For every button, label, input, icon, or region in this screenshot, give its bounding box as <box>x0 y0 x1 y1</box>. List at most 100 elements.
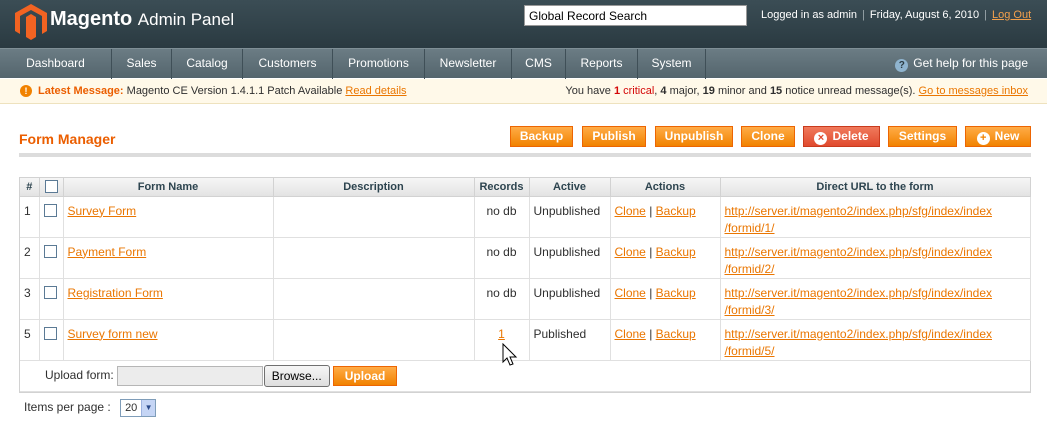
logged-in-text: Logged in as admin <box>761 9 858 21</box>
backup-link[interactable]: Backup <box>656 204 696 218</box>
col-header-actions[interactable]: Actions <box>610 178 721 197</box>
delete-icon: × <box>814 132 828 145</box>
row-id: 5 <box>20 319 40 361</box>
col-header-url[interactable]: Direct URL to the form <box>720 178 1031 197</box>
chevron-down-icon: ▼ <box>141 400 156 416</box>
direct-url-link[interactable]: http://server.it/magento2/index.php/sfg/… <box>725 245 993 276</box>
nav-system[interactable]: System <box>638 49 706 79</box>
action-separator: | <box>649 244 653 259</box>
critical-count: 1 <box>613 85 621 97</box>
clone-link[interactable]: Clone <box>615 245 646 259</box>
help-text: Get help for this page <box>913 56 1028 70</box>
latest-message-label: Latest Message: <box>38 85 124 97</box>
url-line-2: /formid/1/ <box>724 220 775 235</box>
clone-link[interactable]: Clone <box>615 286 646 300</box>
new-label: New <box>994 129 1020 143</box>
form-name-link[interactable]: Registration Form <box>68 286 163 300</box>
global-search-input[interactable] <box>524 5 747 26</box>
row-checkbox[interactable] <box>43 285 57 299</box>
publish-button[interactable]: Publish <box>582 126 646 147</box>
read-details-link[interactable]: Read details <box>345 85 406 97</box>
settings-button[interactable]: Settings <box>888 126 957 147</box>
upload-row: Upload form: Browse... Upload <box>20 360 1030 392</box>
unpublish-button[interactable]: Unpublish <box>655 126 733 147</box>
row-url: http://server.it/magento2/index.php/sfg/… <box>720 196 1031 238</box>
latest-message: Latest Message: Magento CE Version 1.4.1… <box>38 79 407 103</box>
nav-promotions[interactable]: Promotions <box>333 49 425 79</box>
delete-button[interactable]: × Delete <box>803 126 880 147</box>
table-row: 2 Payment Form no db Unpublished Clone |… <box>20 237 1031 279</box>
row-active: Unpublished <box>529 196 611 238</box>
row-id: 1 <box>20 196 40 238</box>
logo-sub-text: Admin Panel <box>137 10 235 29</box>
action-separator: | <box>649 326 653 341</box>
table-row: 3 Registration Form no db Unpublished Cl… <box>20 278 1031 320</box>
nav-newsletter[interactable]: Newsletter <box>425 49 512 79</box>
direct-url-link[interactable]: http://server.it/magento2/index.php/sfg/… <box>725 327 993 358</box>
form-name-link[interactable]: Payment Form <box>68 245 147 259</box>
col-header-description[interactable]: Description <box>273 178 475 197</box>
row-id: 3 <box>20 278 40 320</box>
url-line-1: http://server.it/magento2/index.php/sfg/… <box>724 244 993 259</box>
backup-button[interactable]: Backup <box>510 126 573 147</box>
title-divider <box>19 153 1031 157</box>
warning-icon: ! <box>20 85 32 97</box>
row-description <box>273 196 475 238</box>
nav-customers[interactable]: Customers <box>243 49 333 79</box>
items-per-page-label: Items per page : <box>24 400 111 415</box>
records-link[interactable]: 1 <box>498 327 505 341</box>
table-row: 5 Survey form new 1 Published Clone | Ba… <box>20 319 1031 361</box>
clone-button[interactable]: Clone <box>741 126 795 147</box>
clone-link[interactable]: Clone <box>615 327 646 341</box>
notice-label: notice unread message(s). <box>785 85 916 97</box>
help-link[interactable]: ? Get help for this page <box>895 49 1028 79</box>
direct-url-link[interactable]: http://server.it/magento2/index.php/sfg/… <box>725 286 993 317</box>
upload-button[interactable]: Upload <box>332 365 398 386</box>
logo-title: Magento Admin Panel <box>50 8 234 31</box>
form-table: # Form Name Description Records Active A… <box>20 178 1031 392</box>
clone-link[interactable]: Clone <box>615 204 646 218</box>
col-header-num[interactable]: # <box>20 178 40 197</box>
col-header-records[interactable]: Records <box>474 178 530 197</box>
backup-link[interactable]: Backup <box>656 245 696 259</box>
action-separator: | <box>649 285 653 300</box>
row-actions: Clone | Backup <box>610 196 721 238</box>
row-records: no db <box>474 278 530 320</box>
backup-link[interactable]: Backup <box>656 286 696 300</box>
form-name-link[interactable]: Survey form new <box>68 327 158 341</box>
page-title: Form Manager <box>19 131 116 147</box>
minor-label: minor and <box>717 85 767 97</box>
row-description <box>273 319 475 361</box>
row-actions: Clone | Backup <box>610 319 721 361</box>
col-header-form-name[interactable]: Form Name <box>63 178 274 197</box>
nav-catalog[interactable]: Catalog <box>172 49 243 79</box>
nav-reports[interactable]: Reports <box>566 49 638 79</box>
nav-cms[interactable]: CMS <box>512 49 566 79</box>
items-per-page-select[interactable]: 20 ▼ <box>120 399 157 417</box>
backup-link[interactable]: Backup <box>656 327 696 341</box>
form-name-link[interactable]: Survey Form <box>68 204 137 218</box>
select-all-checkbox[interactable] <box>44 179 58 193</box>
row-records: no db <box>474 237 530 279</box>
row-checkbox[interactable] <box>43 326 57 340</box>
direct-url-link[interactable]: http://server.it/magento2/index.php/sfg/… <box>725 204 993 235</box>
row-records: no db <box>474 196 530 238</box>
main-nav: Dashboard Sales Catalog Customers Promot… <box>0 48 1047 79</box>
row-checkbox[interactable] <box>43 244 57 258</box>
browse-button[interactable]: Browse... <box>263 364 330 387</box>
nav-sales[interactable]: Sales <box>112 49 172 79</box>
url-line-2: /formid/3/ <box>724 302 775 317</box>
magento-logo-icon[interactable] <box>14 4 48 40</box>
messages-inbox-link[interactable]: Go to messages inbox <box>919 85 1028 97</box>
col-header-active[interactable]: Active <box>529 178 611 197</box>
url-line-1: http://server.it/magento2/index.php/sfg/… <box>724 326 993 341</box>
row-checkbox[interactable] <box>43 203 57 217</box>
upload-cell: Upload form: Browse... Upload <box>20 360 1030 392</box>
critical-label: critical <box>623 85 655 97</box>
new-button[interactable]: + New <box>965 126 1031 147</box>
row-id: 2 <box>20 237 40 279</box>
upload-file-field[interactable] <box>116 365 263 386</box>
logout-link[interactable]: Log Out <box>992 9 1031 21</box>
nav-dashboard[interactable]: Dashboard <box>0 49 112 79</box>
items-per-page-value: 20 <box>125 402 138 414</box>
